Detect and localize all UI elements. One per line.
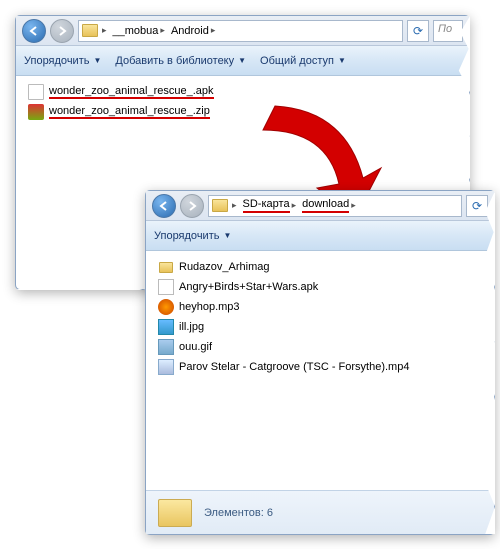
- file-name: wonder_zoo_animal_rescue_.zip: [49, 105, 210, 119]
- audio-icon: [158, 299, 174, 315]
- organize-menu[interactable]: Упорядочить ▼: [24, 55, 101, 67]
- forward-button[interactable]: [50, 19, 74, 43]
- list-item[interactable]: ill.jpg: [156, 317, 484, 337]
- toolbar-label: Общий доступ: [260, 55, 334, 67]
- list-item[interactable]: Angry+Birds+Star+Wars.apk: [156, 277, 484, 297]
- nav-bar: ▸ __mobua▸ Android▸ ⟳ По: [16, 16, 469, 46]
- nav-bar: ▸ SD-карта▸ download▸ ⟳: [146, 191, 494, 221]
- refresh-button[interactable]: ⟳: [466, 195, 488, 217]
- breadcrumb[interactable]: ▸: [100, 25, 109, 36]
- address-bar[interactable]: ▸ __mobua▸ Android▸: [78, 20, 403, 42]
- toolbar-label: Упорядочить: [154, 230, 219, 242]
- list-item[interactable]: Parov Stelar - Catgroove (TSC - Forsythe…: [156, 357, 484, 377]
- chevron-down-icon: ▼: [238, 56, 246, 65]
- toolbar-label: Упорядочить: [24, 55, 89, 67]
- status-text: Элементов: 6: [204, 507, 273, 519]
- toolbar-label: Добавить в библиотеку: [115, 55, 234, 67]
- folder-icon: [158, 259, 174, 275]
- list-item[interactable]: ouu.gif: [156, 337, 484, 357]
- file-name: Parov Stelar - Catgroove (TSC - Forsythe…: [179, 361, 409, 373]
- breadcrumb[interactable]: __mobua▸: [111, 25, 167, 37]
- breadcrumb-label: Android: [171, 25, 209, 37]
- add-to-library-menu[interactable]: Добавить в библиотеку ▼: [115, 55, 246, 67]
- image-icon: [158, 319, 174, 335]
- breadcrumb[interactable]: SD-карта▸: [241, 198, 299, 213]
- file-name: Angry+Birds+Star+Wars.apk: [179, 281, 318, 293]
- folder-icon: [212, 199, 228, 212]
- explorer-window-destination: ▸ SD-карта▸ download▸ ⟳ Упорядочить ▼ Rud…: [145, 190, 495, 535]
- list-item[interactable]: Rudazov_Arhimag: [156, 257, 484, 277]
- status-bar: Элементов: 6: [146, 490, 494, 534]
- folder-icon: [158, 499, 192, 527]
- breadcrumb-label: __mobua: [113, 25, 159, 37]
- forward-button[interactable]: [180, 194, 204, 218]
- archive-icon: [28, 104, 44, 120]
- toolbar: Упорядочить ▼: [146, 221, 494, 251]
- list-item[interactable]: wonder_zoo_animal_rescue_.apk: [26, 82, 459, 102]
- address-bar[interactable]: ▸ SD-карта▸ download▸: [208, 195, 462, 217]
- back-button[interactable]: [152, 194, 176, 218]
- file-icon: [28, 84, 44, 100]
- breadcrumb[interactable]: Android▸: [169, 25, 217, 37]
- chevron-down-icon: ▼: [223, 231, 231, 240]
- file-name: ill.jpg: [179, 321, 204, 333]
- organize-menu[interactable]: Упорядочить ▼: [154, 230, 231, 242]
- breadcrumb-label: SD-карта: [243, 198, 290, 213]
- file-icon: [158, 279, 174, 295]
- breadcrumb[interactable]: download▸: [300, 198, 358, 213]
- breadcrumb-label: download: [302, 198, 349, 213]
- file-name: Rudazov_Arhimag: [179, 261, 270, 273]
- chevron-down-icon: ▼: [93, 56, 101, 65]
- file-name: wonder_zoo_animal_rescue_.apk: [49, 85, 214, 99]
- list-item[interactable]: wonder_zoo_animal_rescue_.zip: [26, 102, 459, 122]
- file-list: Rudazov_Arhimag Angry+Birds+Star+Wars.ap…: [146, 251, 494, 383]
- folder-icon: [82, 24, 98, 37]
- file-list: wonder_zoo_animal_rescue_.apk wonder_zoo…: [16, 76, 469, 128]
- file-name: ouu.gif: [179, 341, 212, 353]
- video-icon: [158, 359, 174, 375]
- back-button[interactable]: [22, 19, 46, 43]
- share-menu[interactable]: Общий доступ ▼: [260, 55, 346, 67]
- refresh-button[interactable]: ⟳: [407, 20, 429, 42]
- chevron-down-icon: ▼: [338, 56, 346, 65]
- toolbar: Упорядочить ▼ Добавить в библиотеку ▼ Общи…: [16, 46, 469, 76]
- list-item[interactable]: heyhop.mp3: [156, 297, 484, 317]
- image-icon: [158, 339, 174, 355]
- breadcrumb[interactable]: ▸: [230, 200, 239, 211]
- search-input[interactable]: По: [433, 20, 463, 42]
- file-name: heyhop.mp3: [179, 301, 240, 313]
